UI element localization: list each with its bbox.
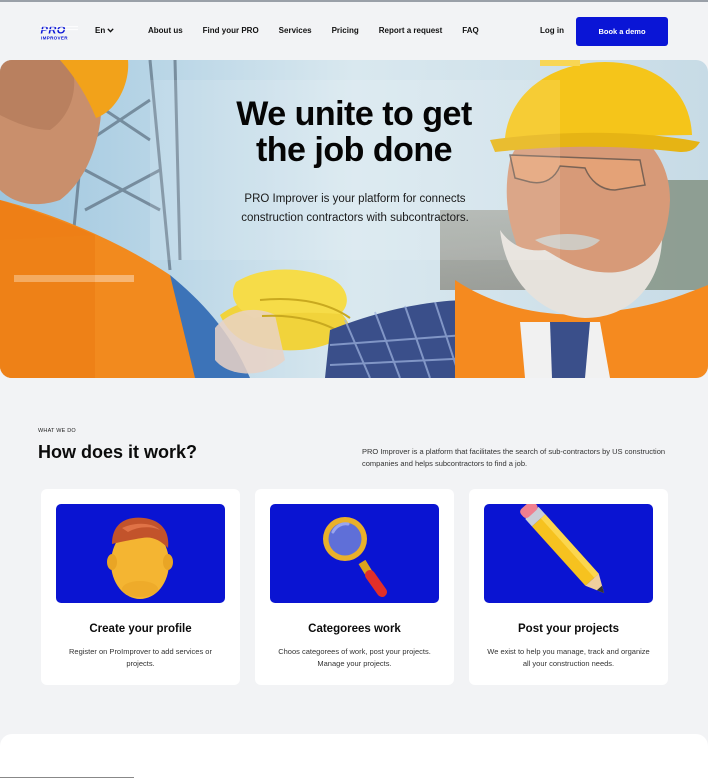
nav-find-your-pro[interactable]: Find your PRO [203,26,259,35]
nav-about-us[interactable]: About us [148,26,183,35]
magnifier-icon [323,517,387,597]
nav-faq[interactable]: FAQ [462,26,478,35]
nav-services[interactable]: Services [279,26,312,35]
nav-report-request[interactable]: Report a request [379,26,443,35]
card-title: Post your projects [518,623,619,635]
chevron-down-icon [107,28,114,33]
card-illustration [56,504,225,603]
profile-avatar-icon [107,517,173,599]
divider-line [0,777,134,778]
feature-card-create-profile[interactable]: Create your profile Register on ProImpro… [41,489,240,685]
feature-card-categories[interactable]: Categorees work Choos categorees of work… [255,489,454,685]
next-section-panel [0,734,708,780]
hero-title-line-1: We unite to get [236,95,472,133]
card-illustration [484,504,653,603]
hero-title-line-2: the job done [255,131,453,169]
book-demo-button[interactable]: Book a demo [576,17,668,46]
logo-subtext: IMPROVER [41,36,68,41]
hero-banner: We unite to get the job done PRO Improve… [0,60,708,378]
login-link[interactable]: Log in [540,26,564,35]
site-header: PRO IMPROVER En About us Find your PRO S… [0,2,708,58]
card-illustration [270,504,439,603]
hero-title: We unite to get the job done [154,96,554,168]
section-title: How does it work? [38,442,198,462]
card-text: We exist to help you manage, track and o… [487,647,650,668]
pencil-icon [520,504,605,594]
feature-card-post-projects[interactable]: Post your projects We exist to help you … [469,489,668,685]
card-text: Choos categorees of work, post your proj… [278,647,431,668]
card-title: Categorees work [308,623,401,635]
card-text: Register on ProImprover to add services … [69,647,212,668]
feature-cards: Create your profile Register on ProImpro… [41,489,668,685]
section-eyebrow: WHAT WE DO [38,428,76,434]
main-nav: About us Find your PRO Services Pricing … [148,26,499,35]
card-title: Create your profile [89,623,192,635]
section-description: PRO Improver is a platform that facilita… [362,447,666,468]
language-selector[interactable]: En [95,26,114,35]
pro-improver-logo[interactable]: PRO IMPROVER [40,23,80,41]
language-label: En [95,26,106,35]
nav-pricing[interactable]: Pricing [332,26,359,35]
hero-subtitle: PRO Improver is your platform for connec… [241,193,469,224]
